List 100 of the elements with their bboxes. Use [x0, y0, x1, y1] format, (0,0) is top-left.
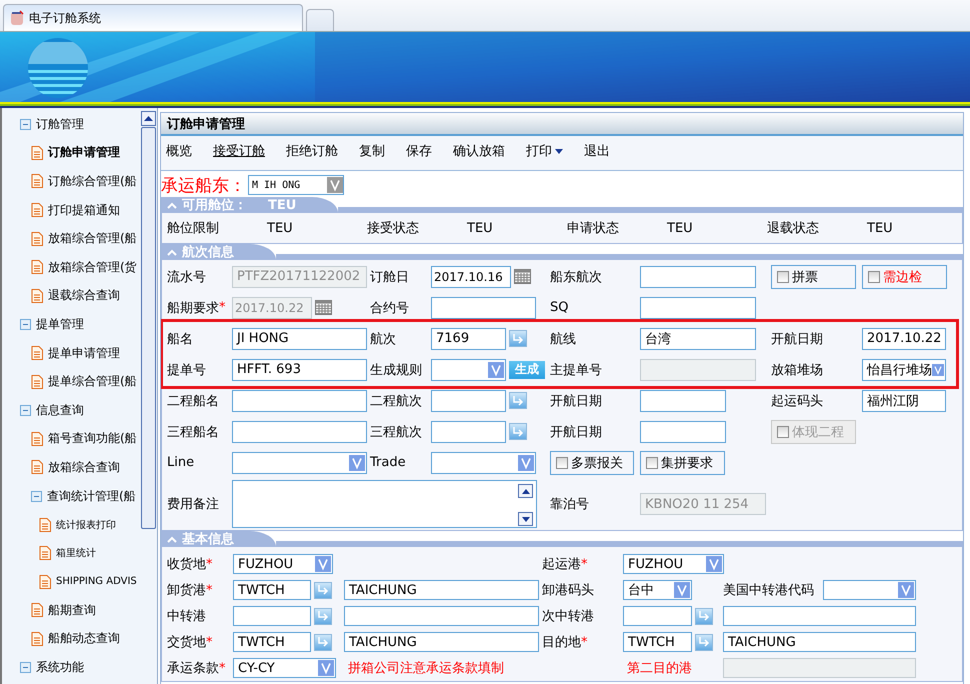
dropdown[interactable] — [431, 358, 506, 380]
dropdown[interactable]: CY-CY — [233, 658, 336, 678]
text-field[interactable] — [623, 606, 692, 626]
dropdown-icon[interactable] — [327, 177, 343, 193]
scrollbar-thumb[interactable] — [141, 127, 156, 529]
dropdown[interactable] — [431, 452, 536, 474]
lookup-button[interactable] — [695, 634, 713, 650]
tree-item[interactable]: 提单申请管理 — [48, 344, 120, 362]
text-field[interactable]: 2017.10.22 — [862, 328, 946, 350]
collapse-icon[interactable] — [20, 118, 31, 130]
tree-item[interactable]: 订舱申请管理 — [48, 144, 120, 162]
text-field[interactable] — [431, 296, 536, 318]
tree-item[interactable]: SHIPPING ADVIS — [56, 576, 137, 588]
tree-item[interactable]: 箱里统计 — [56, 546, 96, 560]
tree-item[interactable]: 提单管理 — [36, 316, 84, 333]
calendar-icon[interactable] — [315, 299, 332, 316]
lookup-button[interactable] — [314, 582, 332, 598]
tree-item[interactable]: 提单综合管理(船 — [48, 373, 137, 390]
calendar-icon[interactable] — [514, 268, 531, 285]
dropdown[interactable]: FUZHOU — [623, 554, 724, 574]
tree-item[interactable]: 退载综合查询 — [48, 287, 120, 304]
lookup-button[interactable] — [509, 330, 527, 347]
text-field[interactable]: TAICHUNG — [723, 632, 916, 652]
lookup-button[interactable] — [314, 608, 332, 624]
collapse-icon[interactable] — [20, 318, 31, 330]
text-field[interactable] — [431, 420, 506, 442]
dropdown[interactable]: 怡昌行堆场 — [862, 358, 946, 380]
lookup-button[interactable] — [314, 634, 332, 650]
lookup-button[interactable] — [695, 608, 713, 624]
dropdown-icon[interactable] — [318, 660, 334, 676]
text-field[interactable]: JI HONG — [232, 328, 367, 350]
text-field[interactable]: TWTCH — [233, 632, 311, 652]
browser-tab[interactable]: 电子订舱系统 — [3, 4, 303, 31]
text-field[interactable] — [233, 606, 311, 626]
toolbar-button[interactable]: 确认放箱 — [453, 142, 505, 160]
text-field[interactable]: TAICHUNG — [344, 580, 539, 600]
text-field[interactable] — [723, 606, 916, 626]
dropdown-icon[interactable] — [898, 582, 914, 598]
checkbox[interactable] — [777, 270, 789, 282]
remarks-field[interactable] — [232, 480, 537, 528]
checkbox[interactable] — [646, 456, 658, 468]
dropdown[interactable] — [823, 580, 916, 600]
checkbox[interactable] — [556, 456, 568, 468]
tree-item[interactable]: 船舶动态查询 — [48, 630, 120, 648]
text-field[interactable] — [344, 606, 539, 626]
dropdown[interactable] — [232, 452, 367, 474]
dropdown-icon[interactable] — [349, 454, 365, 470]
tree-item[interactable]: 系统功能 — [36, 659, 84, 676]
tree-item[interactable]: 查询统计管理(船 — [47, 488, 136, 505]
toolbar-button[interactable]: 复制 — [359, 142, 385, 160]
toolbar-button[interactable]: 拒绝订舱 — [286, 142, 338, 160]
toolbar-button[interactable]: 概览 — [166, 142, 192, 160]
browser-tab[interactable] — [306, 9, 334, 31]
scroll-up-button[interactable] — [141, 111, 156, 126]
text-field[interactable]: TWTCH — [623, 632, 692, 652]
text-field[interactable]: HFFT. 693 — [232, 358, 367, 380]
date-field[interactable]: 2017.10.16 — [431, 266, 511, 288]
text-field[interactable] — [640, 296, 756, 318]
dropdown-icon[interactable] — [706, 556, 722, 572]
toolbar-button[interactable]: 保存 — [406, 142, 432, 160]
tree-item[interactable]: 统计报表打印 — [56, 518, 116, 532]
text-field[interactable] — [640, 390, 726, 412]
text-field[interactable]: TAICHUNG — [344, 632, 539, 652]
collapse-icon[interactable] — [20, 662, 31, 674]
text-field[interactable] — [232, 420, 367, 442]
toolbar-button[interactable]: 接受订舱 — [213, 142, 265, 160]
collapse-icon[interactable] — [20, 404, 31, 416]
text-field[interactable] — [232, 390, 367, 412]
dropdown-icon[interactable] — [315, 556, 331, 572]
lookup-button[interactable] — [509, 392, 527, 409]
collapse-icon[interactable] — [31, 490, 42, 502]
scroll-down-button[interactable] — [518, 512, 533, 526]
dropdown-icon[interactable] — [518, 454, 534, 470]
dropdown-icon[interactable] — [674, 582, 690, 598]
dropdown-icon[interactable] — [932, 362, 944, 378]
text-field[interactable] — [640, 420, 726, 442]
dropdown[interactable]: FUZHOU — [233, 554, 333, 574]
toolbar-button[interactable]: 退出 — [584, 142, 610, 160]
dropdown-icon[interactable] — [488, 362, 504, 378]
scroll-up-button[interactable] — [518, 484, 533, 498]
tree-item[interactable]: 放箱综合管理(货 — [48, 258, 137, 276]
tree-item[interactable]: 箱号查询功能(船 — [48, 430, 137, 448]
tree-item[interactable]: 船期查询 — [48, 602, 96, 619]
tree-item[interactable]: 订舱管理 — [36, 116, 84, 133]
text-field[interactable] — [431, 390, 506, 412]
carrier-dropdown[interactable]: M IH ONG — [248, 175, 344, 195]
tree-item[interactable]: 放箱综合查询 — [48, 458, 120, 476]
text-field[interactable]: 7169 — [431, 328, 506, 350]
text-field[interactable]: 福州江阴 — [862, 390, 946, 412]
tree-item[interactable]: 订舱综合管理(船 — [48, 172, 137, 190]
text-field[interactable] — [640, 266, 756, 288]
dropdown[interactable]: 台中 — [623, 580, 692, 600]
tree-item[interactable]: 打印提箱通知 — [48, 202, 120, 219]
lookup-button[interactable] — [509, 423, 527, 440]
tree-item[interactable]: 放箱综合管理(船 — [48, 230, 137, 248]
text-field[interactable]: TWTCH — [233, 580, 311, 600]
tree-item[interactable]: 信息查询 — [36, 402, 84, 419]
checkbox[interactable] — [868, 270, 880, 282]
toolbar-button[interactable]: 打印 — [526, 142, 563, 160]
text-field[interactable]: 台湾 — [640, 328, 756, 350]
